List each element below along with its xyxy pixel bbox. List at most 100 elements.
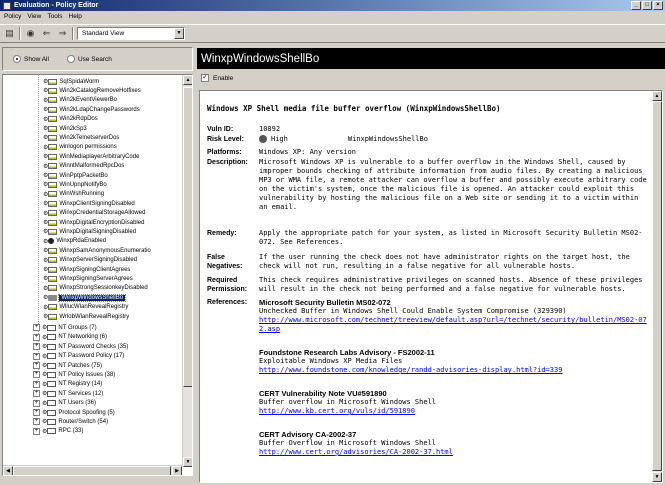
expand-icon[interactable]: + <box>33 399 40 407</box>
gear-icon: ⚙ <box>42 334 47 341</box>
scroll-right-button[interactable]: ▶ <box>172 466 182 475</box>
scroll-thumb[interactable] <box>652 101 662 471</box>
menu-tools[interactable]: Tools <box>47 13 62 20</box>
close-button[interactable]: × <box>653 1 663 10</box>
tree-item-check[interactable]: ⚙ WinxpCredentialStorageAllowed <box>43 209 145 218</box>
expand-icon[interactable]: + <box>33 409 40 416</box>
expand-icon[interactable]: + <box>33 427 40 435</box>
tree-item-check[interactable]: ⚙ WinxpStrongSessionkeyDisabled <box>43 284 148 293</box>
tree-item-check[interactable]: ⚙ WinxpRdaEnabled <box>43 237 106 246</box>
tree-item-check[interactable]: ⚙ Win2kEventViewerBo <box>43 96 117 105</box>
reference-link[interactable]: http://www.cert.org/advisories/CA-2002-3… <box>259 448 650 457</box>
expand-icon[interactable]: + <box>33 371 40 379</box>
scroll-down-button[interactable]: ▼ <box>652 472 662 482</box>
expand-icon[interactable]: + <box>33 343 40 351</box>
tree-vertical-scrollbar[interactable]: ▲ ▼ <box>182 75 192 467</box>
risk-level-icon <box>48 219 58 226</box>
chevron-down-icon[interactable]: ▼ <box>174 28 184 39</box>
tree-item-check[interactable]: ⚙ WinWshRunning <box>43 190 104 199</box>
forward-arrow-icon[interactable]: ⇒ <box>56 27 69 40</box>
gear-icon: ⚙ <box>42 363 47 369</box>
tree-item-check[interactable]: ⚙ WinxpSigningClientAgrees <box>43 265 130 274</box>
tree-item-check[interactable]: ⚙ winlogon permissions <box>43 143 117 152</box>
tree-group[interactable]: + ⚙ NT Registry (14) <box>33 380 102 389</box>
tree-group[interactable]: + ⚙ NT Users (36) <box>33 399 96 408</box>
platforms-row: Platforms: Windows XP: Any version <box>207 148 650 157</box>
scroll-up-button[interactable]: ▲ <box>652 91 662 101</box>
tree-item-check[interactable]: ⚙ WinntMalformedRpcDos <box>43 162 124 171</box>
tree-group[interactable]: + ⚙ Protocol Spoofing (5) <box>33 408 115 417</box>
expand-icon[interactable]: + <box>33 418 40 426</box>
risk-level-icon <box>48 266 58 273</box>
show-all-radio[interactable]: Show All <box>13 55 49 63</box>
tree-group[interactable]: + ⚙ NT Patches (75) <box>33 361 102 370</box>
scroll-thumb[interactable] <box>13 466 171 475</box>
scroll-up-button[interactable]: ▲ <box>183 75 192 85</box>
gear-icon: ⚙ <box>43 97 48 104</box>
expand-icon[interactable]: + <box>33 352 40 360</box>
tree-group[interactable]: + ⚙ NT Groups (7) <box>33 323 97 332</box>
gear-icon: ⚙ <box>42 391 47 398</box>
gear-icon: ⚙ <box>43 257 48 264</box>
tree-item-check[interactable]: ⚙ WinxpServerSigningDisabled <box>43 256 137 265</box>
risk-level-icon <box>48 181 58 188</box>
menu-help[interactable]: Help <box>69 13 82 20</box>
tree-group[interactable]: + ⚙ RPC (33) <box>33 427 83 436</box>
scroll-thumb[interactable] <box>183 87 192 387</box>
restore-button[interactable]: □ <box>642 1 652 10</box>
enable-checkbox[interactable]: ✓ <box>201 74 209 82</box>
expand-icon[interactable]: + <box>33 333 40 341</box>
find-icon[interactable]: ◉ <box>24 27 37 40</box>
reference-link[interactable]: http://www.kb.cert.org/vuls/id/591890 <box>259 407 650 416</box>
tree-horizontal-scrollbar[interactable]: ◀ ▶ <box>3 465 182 475</box>
false-negatives-value: If the user running the check does not h… <box>259 253 630 270</box>
minimize-button[interactable]: _ <box>631 1 641 10</box>
expand-icon[interactable]: + <box>33 324 40 332</box>
description-value: Microsoft Windows XP is vulnerable to a … <box>259 158 647 211</box>
tree-item-check[interactable]: ⚙ Win2kRdpDos <box>43 115 98 124</box>
gear-icon: ⚙ <box>43 220 48 226</box>
tree-group[interactable]: + ⚙ NT Policy Issues (38) <box>33 370 115 379</box>
folder-icon <box>47 418 57 425</box>
use-search-radio[interactable]: Use Search <box>66 55 112 63</box>
risk-level-icon <box>48 116 58 123</box>
tree-group[interactable]: + ⚙ Router/Switch (54) <box>33 417 108 426</box>
save-icon[interactable]: ▤ <box>3 27 16 40</box>
tree-item-check[interactable]: ⚙ Win2kTelnetserverDos <box>43 133 119 142</box>
menu-view[interactable]: View <box>27 13 41 20</box>
back-arrow-icon[interactable]: ⇐ <box>40 27 53 40</box>
tree-item-check[interactable]: ⚙ WinxpSigningServerAgrees <box>43 274 133 283</box>
policy-tree[interactable]: ▲ ▼ ◀ ▶ ⚙ SqlSpidaWorm ⚙ Win2kCatalogRemove… <box>2 74 193 476</box>
view-select[interactable]: Standard View ▼ <box>77 27 185 40</box>
required-permission-value: This check requires administrative privi… <box>259 276 643 293</box>
tree-item-check[interactable]: ⚙ WinxpClientSigningDisabled <box>43 199 135 208</box>
tree-group[interactable]: + ⚙ NT Services (12) <box>33 389 103 398</box>
expand-icon[interactable]: + <box>33 380 40 388</box>
reference-link[interactable]: http://www.foundstone.com/knowledge/rand… <box>259 366 650 375</box>
tree-group[interactable]: + ⚙ NT Password Policy (17) <box>33 352 124 361</box>
enable-row[interactable]: ✓ Enable <box>201 72 233 84</box>
tree-item-check[interactable]: ⚙ WinPptpPacketBo <box>43 171 108 180</box>
reference-link[interactable]: http://www.microsoft.com/technet/treevie… <box>259 316 650 334</box>
tree-group-label: NT Users (36) <box>58 400 96 407</box>
tree-item-check[interactable]: ⚙ WinxpSamAnonymousEnumeratio <box>43 246 151 255</box>
details-vertical-scrollbar[interactable]: ▲ ▼ <box>652 91 662 482</box>
tree-item-check[interactable]: ⚙ SqlSpidaWorm <box>43 77 99 86</box>
tree-item-check[interactable]: ⚙ WinxpDigitalEncryptionDisabled <box>43 218 144 227</box>
tree-item-check[interactable]: ⚙ Win2kLdapChangePasswords <box>43 105 140 114</box>
scroll-down-button[interactable]: ▼ <box>183 457 192 467</box>
expand-icon[interactable]: + <box>33 362 40 369</box>
tree-item-check[interactable]: ⚙ Win2kSp3 <box>43 124 87 133</box>
expand-icon[interactable]: + <box>33 390 40 398</box>
tree-item-check[interactable]: ⚙ WinxpDigitalSigningDisabled <box>43 227 136 236</box>
menu-policy[interactable]: Policy <box>4 13 21 20</box>
tree-item-check[interactable]: ⚙ WllucWlanRevealRegistry <box>43 303 128 312</box>
tree-item-check[interactable]: ⚙ Win2kCatalogRemoveHotfixes <box>43 86 141 95</box>
tree-item-check[interactable]: ⚙ WinUpnpNotifyBo <box>43 180 107 189</box>
tree-item-check[interactable]: ⚙ WinxpWindowsShellBo <box>43 293 127 302</box>
tree-item-check[interactable]: ⚙ WrlobWlanRevealRegistry <box>43 312 129 321</box>
tree-item-check[interactable]: ⚙ WinMediaplayerArbitraryCode <box>43 152 139 161</box>
tree-group[interactable]: + ⚙ NT Networking (6) <box>33 333 107 342</box>
scroll-left-button[interactable]: ◀ <box>3 466 13 475</box>
tree-group[interactable]: + ⚙ NT Password Checks (35) <box>33 342 128 351</box>
